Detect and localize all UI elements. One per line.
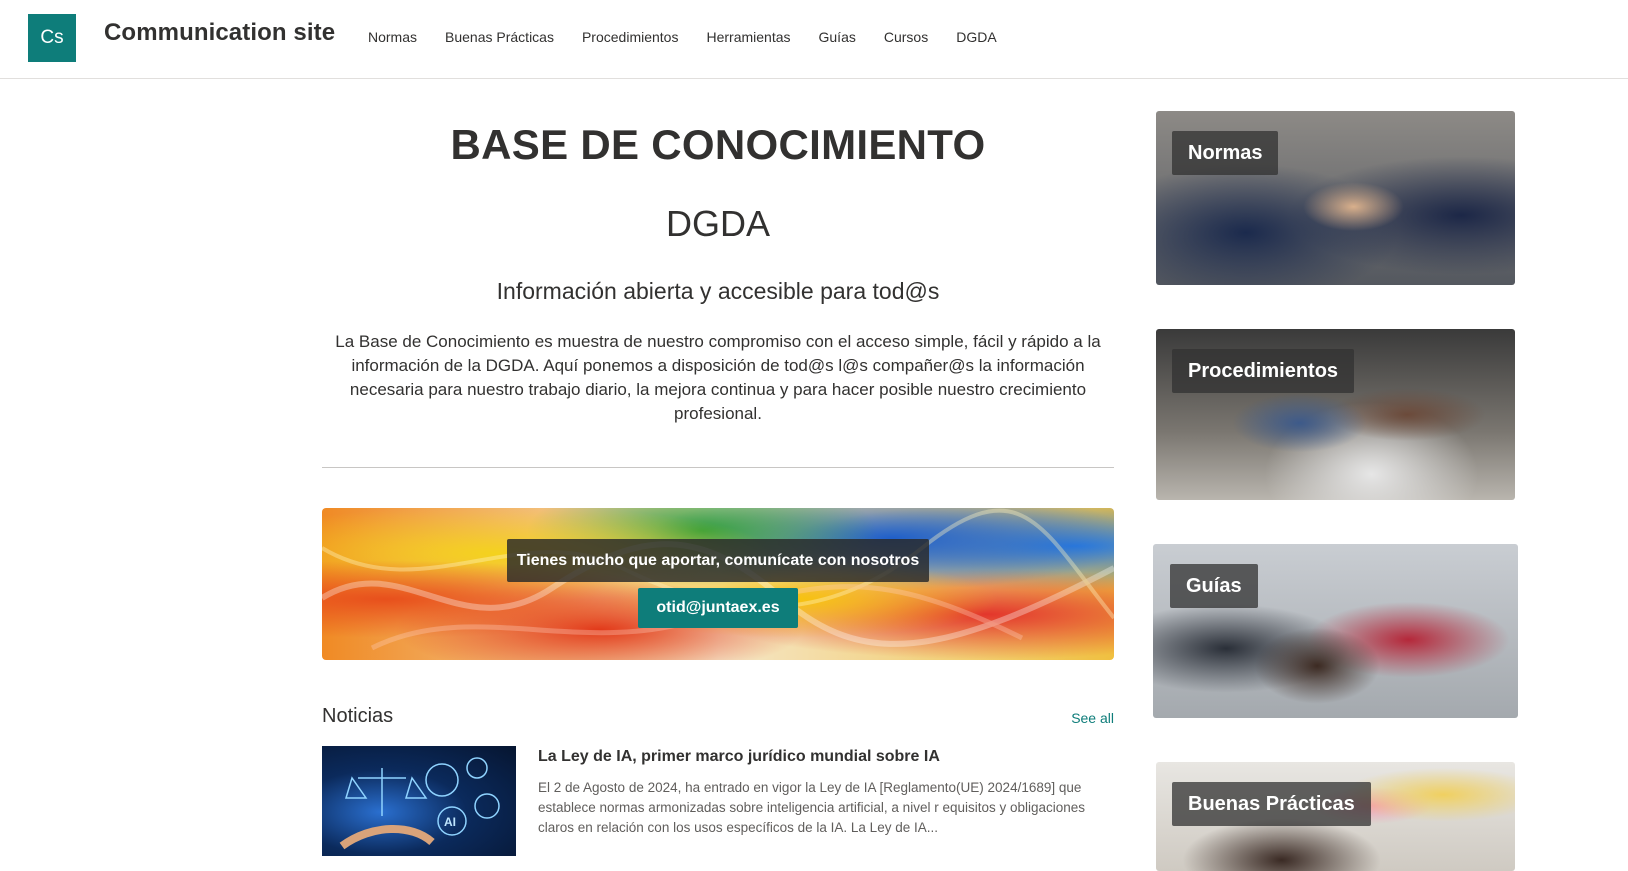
nav-item-guias[interactable]: Guías [819,29,856,45]
contact-banner: Tienes mucho que aportar, comunícate con… [322,508,1114,660]
site-logo[interactable]: Cs [28,14,76,62]
news-snippet: El 2 de Agosto de 2024, ha entrado en vi… [538,780,1086,835]
nav-item-normas[interactable]: Normas [368,29,417,45]
tile-label: Procedimientos [1172,349,1355,393]
page-subtitle: DGDA [665,203,770,244]
tile-label: Normas [1172,131,1279,175]
page-title: BASE DE CONOCIMIENTO [450,121,986,168]
news-thumbnail[interactable]: AI [322,746,516,856]
nav-item-dgda[interactable]: DGDA [956,29,996,45]
ink-swirl-image [322,508,1114,651]
nav-item-cursos[interactable]: Cursos [884,29,928,45]
banner-message: Tienes mucho que aportar, comunícate con… [507,539,929,582]
ai-thumb-label: AI [444,815,456,829]
tile-procedimientos[interactable]: Procedimientos [1156,329,1515,500]
see-all-link[interactable]: See all [1071,710,1114,726]
ai-scales-icon: AI [339,757,500,850]
page-tagline: Información abierta y accesible para tod… [496,278,940,304]
tile-label: Buenas Prácticas [1172,782,1371,826]
site-header: Cs Communication site Normas Buenas Prác… [0,0,1628,79]
news-header: Noticias See all [322,705,1114,735]
news-headline[interactable]: La Ley de IA, primer marco jurídico mund… [538,748,940,766]
tile-guias[interactable]: Guías [1153,544,1518,718]
nav-item-buenas-practicas[interactable]: Buenas Prácticas [445,29,554,45]
nav-item-procedimientos[interactable]: Procedimientos [582,29,679,45]
tile-buenas-practicas[interactable]: Buenas Prácticas [1156,762,1515,871]
email-button[interactable]: otid@juntaex.es [638,588,798,628]
news-section-title: Noticias [322,705,394,727]
top-nav: Normas Buenas Prácticas Procedimientos H… [368,29,1025,45]
news-item[interactable]: AI La Ley de IA, primer marco jurídico m… [322,746,1114,858]
nav-item-herramientas[interactable]: Herramientas [706,29,790,45]
section-divider [322,467,1114,468]
site-title[interactable]: Communication site [104,19,335,47]
page-description: La Base de Conocimiento es muestra de nu… [335,332,1101,423]
tile-normas[interactable]: Normas [1156,111,1515,285]
tile-label: Guías [1170,564,1258,608]
